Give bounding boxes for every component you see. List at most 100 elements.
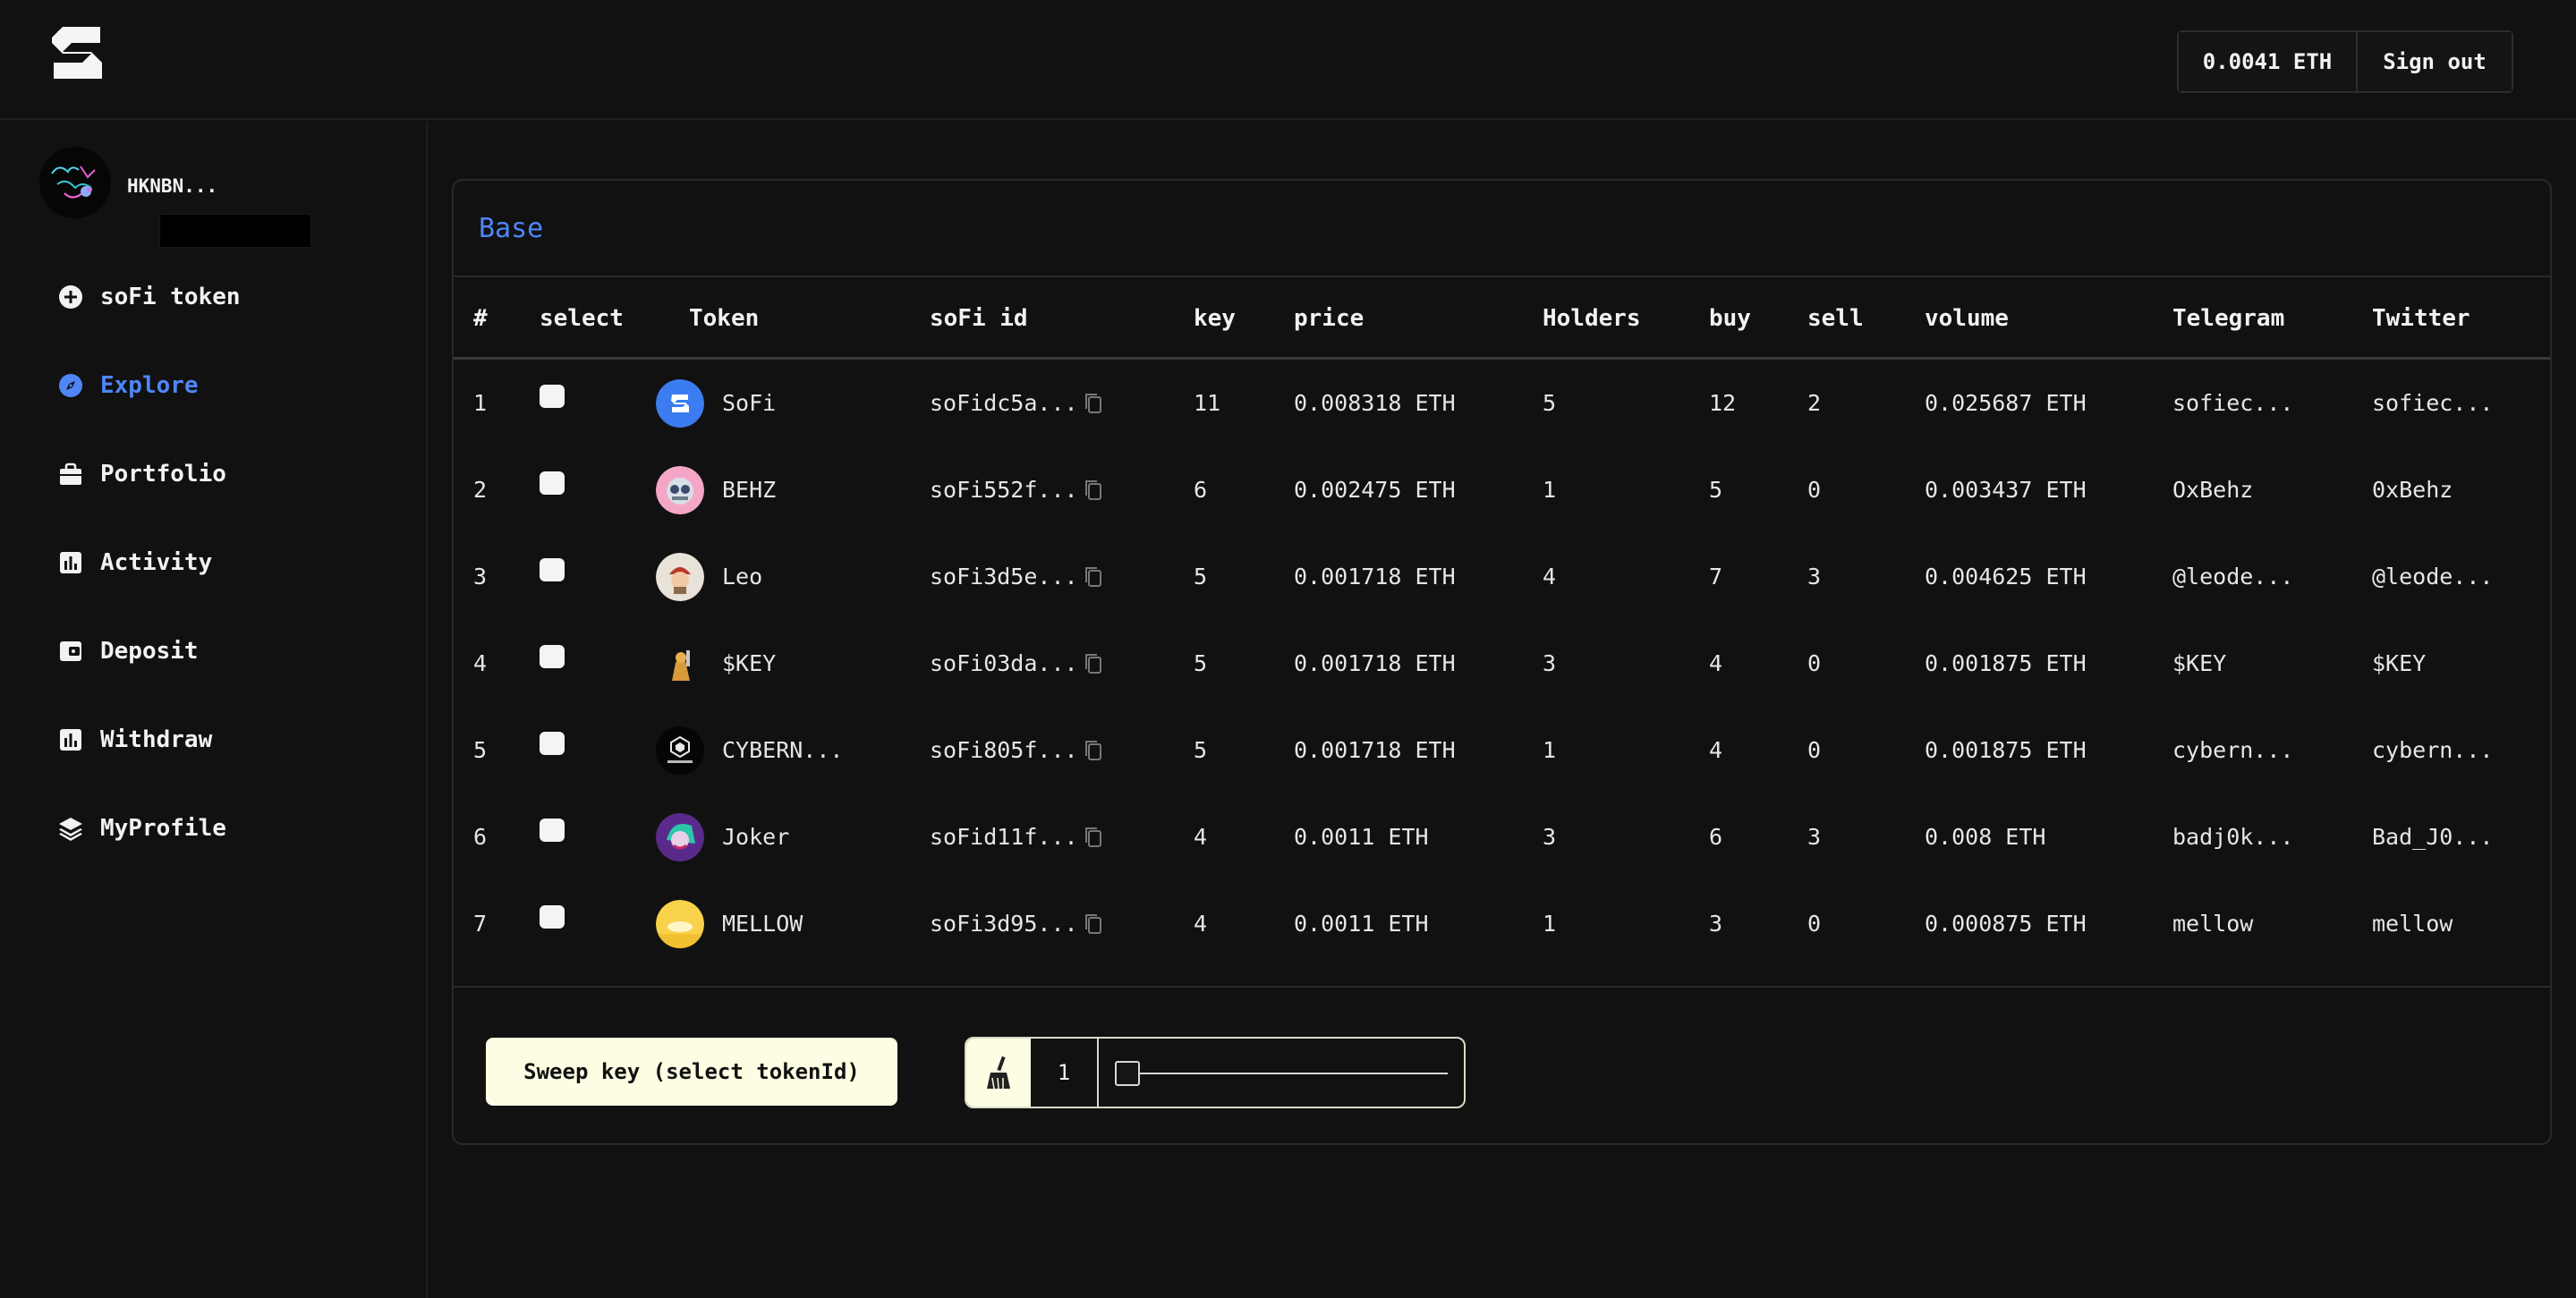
- column-header-sofi-id: soFi id: [930, 305, 1028, 332]
- telegram-link[interactable]: cybern...: [2172, 707, 2293, 793]
- sign-out-button[interactable]: Sign out: [2356, 32, 2512, 91]
- row-number: 7: [473, 911, 488, 937]
- sofi-id-value: soFi3d95...: [930, 911, 1078, 937]
- sofi-id-value: soFi805f...: [930, 737, 1078, 763]
- token-cell[interactable]: CYBERN...: [656, 707, 843, 793]
- sidebar-item-withdraw[interactable]: Withdraw: [57, 722, 212, 758]
- column-header-telegram: Telegram: [2172, 305, 2285, 332]
- copy-icon[interactable]: [1084, 912, 1103, 936]
- row-select-checkbox[interactable]: [540, 533, 565, 620]
- copy-icon[interactable]: [1084, 739, 1103, 762]
- token-cell[interactable]: Leo: [656, 533, 762, 620]
- row-number: 1: [473, 390, 488, 416]
- row-number: 4: [473, 650, 488, 676]
- table-row: 6 Joker soFid11f... 4 0.0011 ETH 3 6 3 0…: [454, 793, 2550, 880]
- telegram-link[interactable]: $KEY: [2172, 620, 2226, 707]
- sweep-quantity-value[interactable]: 1: [1031, 1039, 1099, 1107]
- telegram-link[interactable]: OxBehz: [2172, 446, 2253, 533]
- twitter-link[interactable]: @leode...: [2372, 533, 2493, 620]
- column-header-token: Token: [689, 305, 760, 332]
- key-cell: 6: [1194, 477, 1208, 503]
- buy-cell: 4: [1709, 650, 1723, 676]
- sidebar-item-activity[interactable]: Activity: [57, 545, 212, 581]
- broom-icon[interactable]: [966, 1039, 1031, 1107]
- copy-icon[interactable]: [1084, 652, 1103, 675]
- table-divider: [454, 986, 2550, 988]
- token-cell[interactable]: SoFi: [656, 360, 776, 446]
- sidebar-item-sofi-token[interactable]: soFi token: [57, 279, 241, 315]
- token-cell[interactable]: $KEY: [656, 620, 776, 707]
- sidebar-item-myprofile[interactable]: MyProfile: [57, 810, 226, 846]
- joker-token-avatar-icon: [656, 812, 704, 861]
- telegram-link[interactable]: sofiec...: [2172, 360, 2293, 446]
- table-header-row: # select Token soFi id key price Holders…: [454, 277, 2550, 360]
- slider-thumb[interactable]: [1115, 1061, 1140, 1086]
- buy-cell: 12: [1709, 390, 1737, 416]
- briefcase-icon: [57, 461, 84, 488]
- sidebar-item-label: MyProfile: [100, 815, 226, 842]
- row-select-checkbox[interactable]: [540, 707, 565, 793]
- column-header-buy: buy: [1709, 305, 1751, 332]
- twitter-link[interactable]: sofiec...: [2372, 360, 2493, 446]
- holders-cell: 1: [1543, 911, 1557, 937]
- telegram-link[interactable]: badj0k...: [2172, 793, 2293, 880]
- token-name: BEHZ: [722, 477, 777, 503]
- token-cell[interactable]: Joker: [656, 793, 789, 880]
- volume-cell: 0.001875 ETH: [1925, 737, 2087, 763]
- token-name: SoFi: [722, 390, 777, 416]
- column-header-volume: volume: [1925, 305, 2009, 332]
- token-name: $KEY: [722, 650, 777, 676]
- key-cell: 4: [1194, 824, 1208, 850]
- sidebar-item-explore[interactable]: Explore: [57, 368, 199, 403]
- balance-button[interactable]: 0.0041 ETH: [2179, 32, 2356, 91]
- holders-cell: 3: [1543, 650, 1557, 676]
- holders-cell: 1: [1543, 737, 1557, 763]
- price-cell: 0.008318 ETH: [1294, 390, 1456, 416]
- tokens-card: Base # select Token soFi id key price Ho…: [452, 179, 2552, 1145]
- sweep-key-button[interactable]: Sweep key (select tokenId): [486, 1038, 897, 1106]
- price-cell: 0.001718 ETH: [1294, 650, 1456, 676]
- twitter-link[interactable]: 0xBehz: [2372, 446, 2453, 533]
- copy-icon[interactable]: [1084, 392, 1103, 415]
- table-row: 3 Leo soFi3d5e... 5 0.001718 ETH 4 7 3 0…: [454, 533, 2550, 620]
- volume-cell: 0.025687 ETH: [1925, 390, 2087, 416]
- sofi-id-cell: soFidc5a...: [930, 360, 1103, 446]
- sweep-quantity-slider[interactable]: [1099, 1039, 1464, 1107]
- sell-cell: 0: [1807, 477, 1822, 503]
- sidebar-item-deposit[interactable]: Deposit: [57, 633, 199, 669]
- price-cell: 0.001718 ETH: [1294, 737, 1456, 763]
- copy-icon[interactable]: [1084, 826, 1103, 849]
- token-cell[interactable]: MELLOW: [656, 880, 803, 967]
- sidebar-item-portfolio[interactable]: Portfolio: [57, 456, 226, 492]
- sell-cell: 3: [1807, 824, 1822, 850]
- wallet-icon: [57, 638, 84, 665]
- holders-cell: 5: [1543, 390, 1557, 416]
- volume-cell: 0.003437 ETH: [1925, 477, 2087, 503]
- column-header-num: #: [473, 305, 488, 332]
- column-header-sell: sell: [1807, 305, 1864, 332]
- row-select-checkbox[interactable]: [540, 360, 565, 446]
- sofi-token-avatar-icon: [656, 378, 704, 428]
- row-select-checkbox[interactable]: [540, 620, 565, 707]
- token-cell[interactable]: BEHZ: [656, 446, 776, 533]
- twitter-link[interactable]: cybern...: [2372, 707, 2493, 793]
- holders-cell: 4: [1543, 564, 1557, 590]
- twitter-link[interactable]: Bad_J0...: [2372, 793, 2493, 880]
- sofi-s-logo-icon[interactable]: [50, 25, 104, 81]
- row-select-checkbox[interactable]: [540, 880, 565, 967]
- buy-cell: 3: [1709, 911, 1723, 937]
- telegram-link[interactable]: @leode...: [2172, 533, 2293, 620]
- key-cell: 5: [1194, 564, 1208, 590]
- profile-summary[interactable]: HKNBN...: [39, 147, 415, 248]
- token-name: CYBERN...: [722, 737, 844, 763]
- wallet-button-group: 0.0041 ETH Sign out: [2177, 30, 2513, 93]
- telegram-link[interactable]: mellow: [2172, 880, 2253, 967]
- bar-chart-icon: [57, 726, 84, 753]
- row-select-checkbox[interactable]: [540, 446, 565, 533]
- copy-icon[interactable]: [1084, 565, 1103, 589]
- row-select-checkbox[interactable]: [540, 793, 565, 880]
- twitter-link[interactable]: $KEY: [2372, 620, 2426, 707]
- sofi-id-value: soFid11f...: [930, 824, 1078, 850]
- copy-icon[interactable]: [1084, 479, 1103, 502]
- twitter-link[interactable]: mellow: [2372, 880, 2453, 967]
